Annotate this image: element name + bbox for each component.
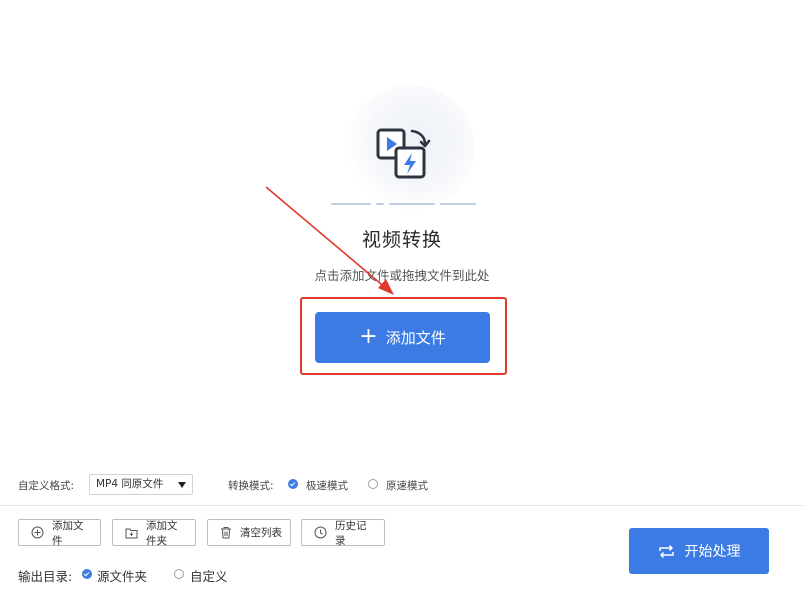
toolbar-add-file-button[interactable]: 添加文件: [18, 519, 101, 547]
decor-line: [389, 203, 435, 205]
mode-original-radio[interactable]: [368, 479, 378, 489]
toolbar-add-folder-label: 添加文件夹: [146, 519, 178, 547]
page-title: 视频转换: [361, 229, 442, 251]
toolbar-add-file-label: 添加文件: [52, 519, 84, 547]
mode-fast-radio[interactable]: [288, 479, 298, 489]
trash-icon: [221, 527, 231, 539]
decor-line: [331, 203, 371, 205]
mode-fast-label[interactable]: 极速模式: [306, 478, 348, 493]
mode-original-label[interactable]: 原速模式: [386, 478, 428, 493]
output-dir-label: 输出目录:: [18, 569, 73, 584]
output-custom-radio[interactable]: [174, 569, 184, 579]
settings-row: 自定义格式: MP4 同原文件 转换模式: 极速模式 原速模式: [18, 474, 798, 496]
mode-label: 转换模式:: [228, 480, 274, 492]
add-circle-icon: [31, 526, 44, 539]
dropzone-hint[interactable]: 点击添加文件或拖拽文件到此处: [252, 265, 552, 284]
video-converter-window: 视频转换 点击添加文件或拖拽文件到此处 + 添加文件 自定义格式: MP4 同原…: [0, 0, 804, 614]
start-process-button[interactable]: 开始处理: [629, 528, 769, 574]
plus-icon: +: [359, 323, 378, 349]
output-source-radio[interactable]: [82, 569, 92, 579]
output-custom-label[interactable]: 自定义: [190, 566, 228, 585]
toolbar-history-label: 历史记录: [335, 519, 367, 547]
clock-icon: [314, 526, 327, 539]
repeat-icon: [658, 544, 674, 558]
format-select[interactable]: MP4 同原文件: [89, 474, 193, 495]
decor-line: [376, 203, 384, 205]
toolbar-clear-list-button[interactable]: 清空列表: [207, 519, 291, 546]
folder-add-icon: [125, 528, 138, 538]
format-label: 自定义格式:: [18, 480, 75, 492]
add-file-button[interactable]: + 添加文件: [315, 312, 490, 363]
divider: [0, 505, 804, 506]
toolbar-clear-list-label: 清空列表: [240, 527, 282, 539]
add-file-button-label: 添加文件: [385, 329, 446, 347]
output-source-label[interactable]: 源文件夹: [97, 566, 147, 585]
format-select-value: MP4 同原文件: [96, 478, 164, 490]
caret-down-icon: [178, 482, 186, 488]
toolbar-history-button[interactable]: 历史记录: [301, 519, 385, 547]
toolbar-add-folder-button[interactable]: 添加文件夹: [112, 519, 196, 547]
decor-line: [440, 203, 476, 205]
video-convert-icon: [376, 128, 431, 179]
start-process-label: 开始处理: [684, 544, 741, 560]
